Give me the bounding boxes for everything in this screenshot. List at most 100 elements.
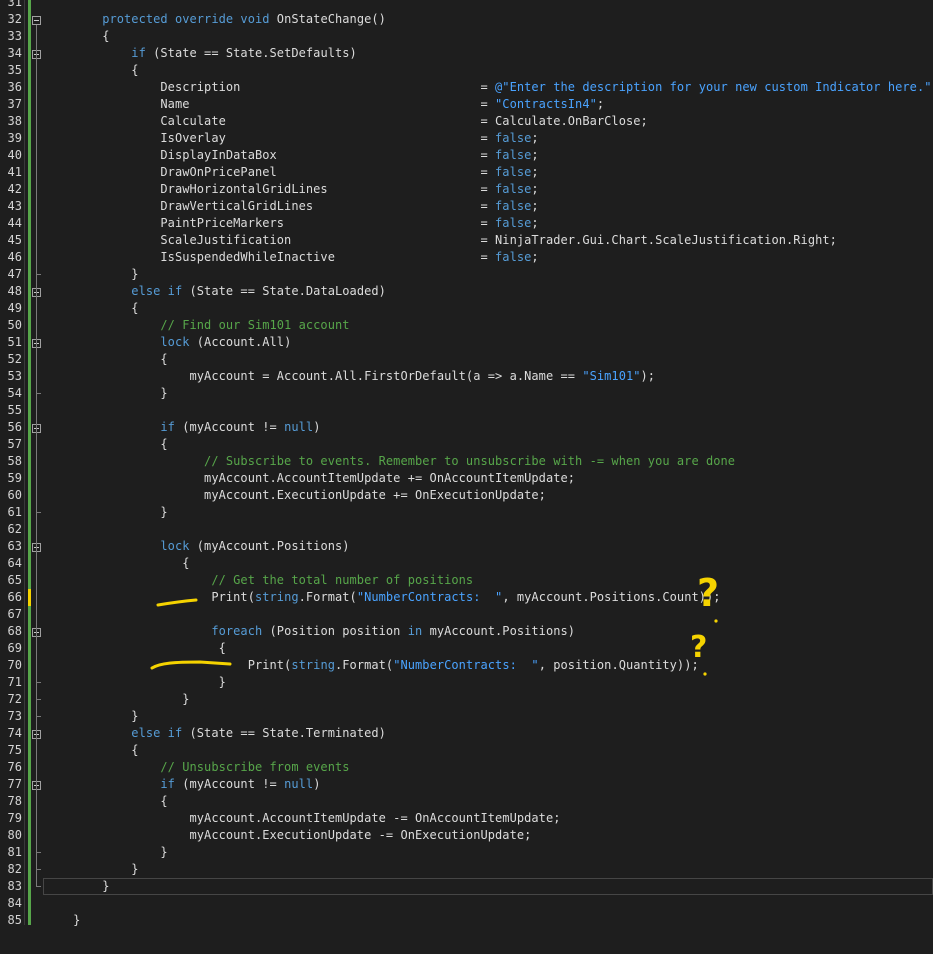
code-line[interactable]: 60 myAccount.ExecutionUpdate += OnExecut… (0, 487, 933, 504)
code-text[interactable]: { (44, 62, 139, 79)
code-text[interactable]: { (44, 436, 168, 453)
code-text[interactable]: { (44, 640, 226, 657)
code-text[interactable]: myAccount.AccountItemUpdate += OnAccount… (44, 470, 575, 487)
code-line[interactable]: 62 (0, 521, 933, 538)
code-text[interactable]: // Subscribe to events. Remember to unsu… (44, 453, 735, 470)
code-text[interactable]: { (44, 300, 139, 317)
code-line[interactable]: 40 DisplayInDataBox = false; (0, 147, 933, 164)
code-line[interactable]: 76 // Unsubscribe from events (0, 759, 933, 776)
code-text[interactable]: DisplayInDataBox = false; (44, 147, 539, 164)
code-line[interactable]: 54 } (0, 385, 933, 402)
code-line[interactable]: 58 // Subscribe to events. Remember to u… (0, 453, 933, 470)
code-text[interactable]: } (44, 691, 190, 708)
code-line[interactable]: 44 PaintPriceMarkers = false; (0, 215, 933, 232)
code-text[interactable]: } (44, 504, 168, 521)
code-line[interactable]: 43 DrawVerticalGridLines = false; (0, 198, 933, 215)
code-line[interactable]: 47 } (0, 266, 933, 283)
code-text[interactable]: // Get the total number of positions (44, 572, 473, 589)
code-text[interactable]: Print(string.Format("NumberContracts: ",… (44, 589, 721, 606)
code-text[interactable]: Calculate = Calculate.OnBarClose; (44, 113, 648, 130)
code-line[interactable]: 46 IsSuspendedWhileInactive = false; (0, 249, 933, 266)
code-line[interactable]: 67 (0, 606, 933, 623)
code-line[interactable]: 84 (0, 895, 933, 912)
code-text[interactable]: else if (State == State.DataLoaded) (44, 283, 386, 300)
code-editor[interactable]: 31 32 protected override void OnStateChan… (0, 0, 933, 954)
code-text[interactable]: Print(string.Format("NumberContracts: ",… (44, 657, 699, 674)
code-line[interactable]: 79 myAccount.AccountItemUpdate -= OnAcco… (0, 810, 933, 827)
code-text[interactable]: { (44, 351, 168, 368)
code-line[interactable]: 48 else if (State == State.DataLoaded) (0, 283, 933, 300)
code-text[interactable]: if (myAccount != null) (44, 776, 320, 793)
code-text[interactable]: DrawVerticalGridLines = false; (44, 198, 539, 215)
code-line[interactable]: 85 } (0, 912, 933, 929)
code-text[interactable]: lock (myAccount.Positions) (44, 538, 350, 555)
code-line[interactable]: 78 { (0, 793, 933, 810)
code-line[interactable]: 45 ScaleJustification = NinjaTrader.Gui.… (0, 232, 933, 249)
code-text[interactable]: else if (State == State.Terminated) (44, 725, 386, 742)
code-text[interactable]: myAccount = Account.All.FirstOrDefault(a… (44, 368, 655, 385)
code-line[interactable]: 69 { (0, 640, 933, 657)
code-line[interactable]: 32 protected override void OnStateChange… (0, 11, 933, 28)
code-line[interactable]: 33 { (0, 28, 933, 45)
code-text[interactable]: IsSuspendedWhileInactive = false; (44, 249, 539, 266)
code-text[interactable]: } (44, 385, 168, 402)
code-line[interactable]: 63 lock (myAccount.Positions) (0, 538, 933, 555)
code-line[interactable]: 74 else if (State == State.Terminated) (0, 725, 933, 742)
code-line[interactable]: 75 { (0, 742, 933, 759)
code-text[interactable]: { (44, 742, 139, 759)
code-line[interactable]: 82 } (0, 861, 933, 878)
code-line[interactable]: 49 { (0, 300, 933, 317)
fold-collapse-icon[interactable] (32, 16, 41, 25)
code-text[interactable]: ScaleJustification = NinjaTrader.Gui.Cha… (44, 232, 837, 249)
code-line[interactable]: 73 } (0, 708, 933, 725)
code-line[interactable]: 36 Description = @"Enter the description… (0, 79, 933, 96)
code-text[interactable]: Description = @"Enter the description fo… (44, 79, 933, 96)
code-line[interactable]: 64 { (0, 555, 933, 572)
code-line[interactable]: 81 } (0, 844, 933, 861)
code-text[interactable]: { (44, 555, 190, 572)
code-text[interactable]: myAccount.AccountItemUpdate -= OnAccount… (44, 810, 561, 827)
code-line[interactable]: 68 foreach (Position position in myAccou… (0, 623, 933, 640)
code-line[interactable]: 34 if (State == State.SetDefaults) (0, 45, 933, 62)
code-text[interactable]: // Find our Sim101 account (44, 317, 350, 334)
code-line[interactable]: 35 { (0, 62, 933, 79)
code-text[interactable]: lock (Account.All) (44, 334, 291, 351)
code-text[interactable]: } (44, 861, 139, 878)
code-line[interactable]: 50 // Find our Sim101 account (0, 317, 933, 334)
code-text[interactable]: } (44, 912, 80, 929)
code-line[interactable]: 71 } (0, 674, 933, 691)
code-line[interactable]: 53 myAccount = Account.All.FirstOrDefaul… (0, 368, 933, 385)
code-text[interactable]: { (44, 28, 109, 45)
code-text[interactable]: } (44, 708, 139, 725)
code-line[interactable]: 61 } (0, 504, 933, 521)
code-text[interactable]: DrawOnPricePanel = false; (44, 164, 539, 181)
code-line[interactable]: 59 myAccount.AccountItemUpdate += OnAcco… (0, 470, 933, 487)
code-text[interactable]: if (myAccount != null) (44, 419, 320, 436)
code-text[interactable]: DrawHorizontalGridLines = false; (44, 181, 539, 198)
code-line[interactable]: 80 myAccount.ExecutionUpdate -= OnExecut… (0, 827, 933, 844)
code-text[interactable]: Name = "ContractsIn4"; (44, 96, 604, 113)
code-text[interactable]: } (44, 844, 168, 861)
code-text[interactable]: // Unsubscribe from events (44, 759, 350, 776)
code-text[interactable]: IsOverlay = false; (44, 130, 539, 147)
code-text[interactable]: { (44, 793, 168, 810)
code-line[interactable]: 77 if (myAccount != null) (0, 776, 933, 793)
code-text[interactable]: PaintPriceMarkers = false; (44, 215, 539, 232)
code-text[interactable]: } (44, 674, 226, 691)
code-line[interactable]: 41 DrawOnPricePanel = false; (0, 164, 933, 181)
code-line[interactable]: 66 Print(string.Format("NumberContracts:… (0, 589, 933, 606)
code-line[interactable]: 39 IsOverlay = false; (0, 130, 933, 147)
code-line[interactable]: 55 (0, 402, 933, 419)
code-text[interactable]: protected override void OnStateChange() (44, 11, 386, 28)
code-line[interactable]: 37 Name = "ContractsIn4"; (0, 96, 933, 113)
code-line[interactable]: 65 // Get the total number of positions (0, 572, 933, 589)
code-text[interactable]: myAccount.ExecutionUpdate -= OnExecution… (44, 827, 531, 844)
code-line[interactable]: 56 if (myAccount != null) (0, 419, 933, 436)
code-text[interactable]: foreach (Position position in myAccount.… (44, 623, 575, 640)
code-line[interactable]: 70 Print(string.Format("NumberContracts:… (0, 657, 933, 674)
code-text[interactable]: myAccount.ExecutionUpdate += OnExecution… (44, 487, 546, 504)
code-text[interactable]: if (State == State.SetDefaults) (44, 45, 357, 62)
code-line[interactable]: 51 lock (Account.All) (0, 334, 933, 351)
code-text[interactable]: } (44, 266, 139, 283)
code-line[interactable]: 72 } (0, 691, 933, 708)
